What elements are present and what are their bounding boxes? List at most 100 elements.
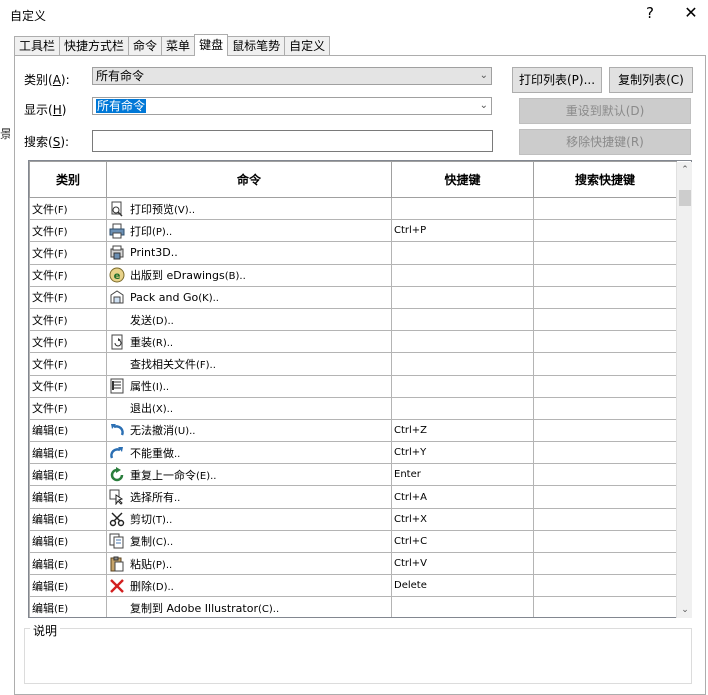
command-label: 复制到 Adobe Illustrator(C).. [130, 601, 280, 615]
tab-3[interactable]: 菜单 [161, 36, 196, 56]
search-shortcut-cell[interactable] [533, 196, 677, 221]
shortcut-cell[interactable] [391, 263, 534, 287]
show-label: 显示(H) [24, 103, 67, 117]
command-cell: 删除(D).. [106, 574, 392, 598]
column-header-shortcut[interactable]: 快捷键 [391, 161, 534, 198]
table-row[interactable]: 文件(F) Pack and Go(K).. [29, 285, 677, 309]
table-row[interactable]: 文件(F) 属性(I).. [29, 374, 677, 398]
table-row[interactable]: 文件(F) e 出版到 eDrawings(B).. [29, 263, 677, 287]
search-shortcut-cell[interactable] [533, 396, 677, 420]
search-shortcut-cell[interactable] [533, 529, 677, 554]
remove-shortcut-button[interactable]: 移除快捷键(R) [519, 129, 691, 155]
shortcut-cell[interactable] [391, 396, 534, 420]
tab-5[interactable]: 鼠标笔势 [227, 36, 286, 56]
command-cell: 剪切(T).. [106, 507, 392, 531]
empty-icon-slot [109, 312, 125, 328]
shortcut-cell[interactable] [391, 285, 534, 309]
shortcut-cell[interactable]: Ctrl+V [391, 551, 534, 576]
shortcut-cell[interactable]: Ctrl+Z [391, 418, 534, 443]
shortcut-cell[interactable] [391, 196, 534, 221]
category-cell: 编辑(E) [29, 574, 107, 598]
table-row[interactable]: 编辑(E) 粘贴(P).. Ctrl+V [29, 551, 677, 576]
shortcut-cell[interactable] [391, 352, 534, 376]
shortcut-cell[interactable]: Delete [391, 574, 534, 598]
search-shortcut-cell[interactable] [533, 551, 677, 576]
command-label: Pack and Go(K).. [130, 290, 219, 304]
shortcut-cell[interactable]: Ctrl+X [391, 507, 534, 531]
table-row[interactable]: 文件(F) 退出(X).. [29, 396, 677, 420]
tab-1[interactable]: 快捷方式栏 [59, 36, 130, 56]
scroll-up-icon[interactable]: ⌃ [677, 162, 693, 178]
search-shortcut-cell[interactable] [533, 219, 677, 243]
table-row[interactable]: 编辑(E) 重复上一命令(E).. Enter [29, 463, 677, 487]
column-header-category[interactable]: 类别 [29, 161, 107, 198]
help-button[interactable]: ? [640, 4, 660, 22]
search-shortcut-cell[interactable] [533, 596, 677, 617]
search-shortcut-cell[interactable] [533, 352, 677, 376]
title-bar: 自定义 ? ✕ [0, 0, 708, 30]
table-row[interactable]: 文件(F) 发送(D).. [29, 307, 677, 332]
search-shortcut-cell[interactable] [533, 574, 677, 598]
search-shortcut-cell[interactable] [533, 307, 677, 332]
shortcut-cell[interactable] [391, 307, 534, 332]
command-cell: e 出版到 eDrawings(B).. [106, 263, 392, 287]
table-row[interactable]: 编辑(E) 复制(C).. Ctrl+C [29, 529, 677, 554]
search-shortcut-cell[interactable] [533, 285, 677, 309]
shortcut-cell[interactable]: Ctrl+Y [391, 441, 534, 465]
table-row[interactable]: 编辑(E) 无法撤消(U).. Ctrl+Z [29, 418, 677, 443]
shortcut-cell[interactable]: Ctrl+P [391, 219, 534, 243]
scroll-thumb[interactable] [679, 190, 691, 206]
grid-scrollbar[interactable]: ⌃ ⌄ [676, 162, 692, 618]
table-row[interactable]: 编辑(E) 选择所有.. Ctrl+A [29, 485, 677, 509]
table-row[interactable]: 文件(F) 打印预览(V).. [29, 196, 677, 221]
shortcut-cell[interactable] [391, 374, 534, 398]
table-row[interactable]: 文件(F) 打印(P).. Ctrl+P [29, 219, 677, 243]
table-row[interactable]: 编辑(E) 剪切(T).. Ctrl+X [29, 507, 677, 531]
show-dropdown[interactable]: 所有命令 ⌄ [92, 97, 492, 115]
scroll-down-icon[interactable]: ⌄ [677, 602, 693, 618]
copy-list-button[interactable]: 复制列表(C) [609, 67, 693, 93]
command-cell: 打印(P).. [106, 219, 392, 243]
search-shortcut-cell[interactable] [533, 418, 677, 443]
tab-2[interactable]: 命令 [128, 36, 163, 56]
category-dropdown[interactable]: 所有命令 ⌄ [92, 67, 492, 85]
table-row[interactable]: 编辑(E) 复制到 Adobe Illustrator(C).. [29, 596, 677, 617]
table-row[interactable]: 文件(F) Print3D.. [29, 241, 677, 265]
column-header-search-shortcut[interactable]: 搜索快捷键 [533, 161, 677, 198]
empty-icon-slot [109, 600, 125, 616]
search-label: 搜索(S): [24, 135, 70, 149]
shortcut-cell[interactable]: Ctrl+A [391, 485, 534, 509]
command-cell: 粘贴(P).. [106, 551, 392, 576]
search-shortcut-cell[interactable] [533, 263, 677, 287]
command-label: 剪切(T).. [130, 513, 173, 527]
table-row[interactable]: 文件(F) 查找相关文件(F).. [29, 352, 677, 376]
reset-defaults-button[interactable]: 重设到默认(D) [519, 98, 691, 124]
shortcut-cell[interactable]: Enter [391, 463, 534, 487]
search-shortcut-cell[interactable] [533, 241, 677, 265]
table-row[interactable]: 编辑(E) 删除(D).. Delete [29, 574, 677, 598]
table-row[interactable]: 文件(F) 重装(R).. [29, 330, 677, 354]
command-label: 发送(D).. [130, 313, 174, 327]
search-shortcut-cell[interactable] [533, 441, 677, 465]
search-shortcut-cell[interactable] [533, 374, 677, 398]
properties-icon [109, 378, 125, 394]
column-header-command[interactable]: 命令 [106, 161, 392, 198]
search-shortcut-cell[interactable] [533, 507, 677, 531]
table-row[interactable]: 编辑(E) 不能重做.. Ctrl+Y [29, 441, 677, 465]
close-button[interactable]: ✕ [681, 3, 701, 22]
search-shortcut-cell[interactable] [533, 463, 677, 487]
shortcut-cell[interactable]: Ctrl+C [391, 529, 534, 554]
commands-grid[interactable]: 类别 命令 快捷键 搜索快捷键 文件(F) 打印预览(V).. 文件(F) 打印(P)… [28, 160, 692, 618]
shortcut-cell[interactable] [391, 596, 534, 617]
search-input[interactable] [92, 130, 493, 152]
tab-0[interactable]: 工具栏 [14, 36, 61, 56]
command-label: 重装(R).. [130, 335, 174, 349]
search-shortcut-cell[interactable] [533, 330, 677, 354]
shortcut-cell[interactable] [391, 330, 534, 354]
tab-6[interactable]: 自定义 [284, 36, 331, 56]
shortcut-cell[interactable] [391, 241, 534, 265]
search-shortcut-cell[interactable] [533, 485, 677, 509]
print-list-button[interactable]: 打印列表(P)... [512, 67, 602, 93]
tab-4[interactable]: 键盘 [194, 34, 229, 56]
command-label: 打印(P).. [130, 224, 173, 238]
